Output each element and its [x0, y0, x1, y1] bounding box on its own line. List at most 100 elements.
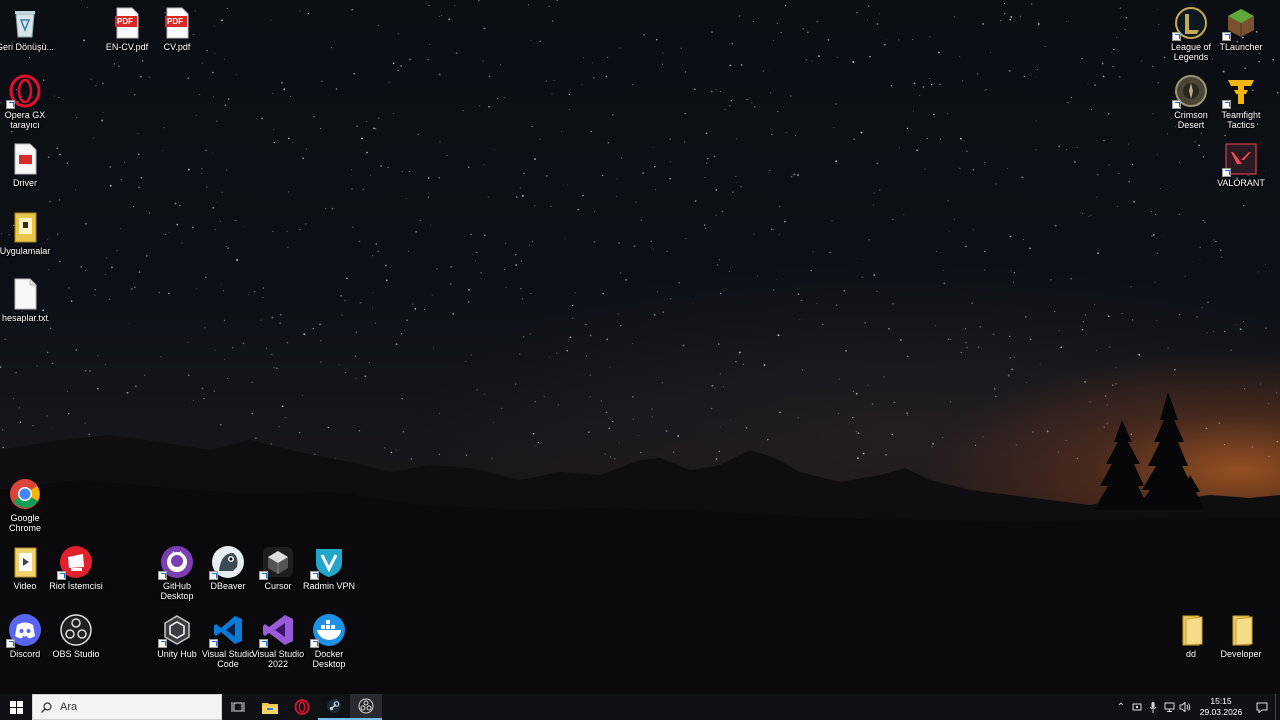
- github-icon: [158, 545, 194, 580]
- meet-now-icon[interactable]: [1129, 694, 1145, 720]
- archive-file-icon: [8, 210, 42, 244]
- shortcut-arrow-icon: [1172, 100, 1181, 109]
- shortcut-arrow-icon: [1172, 32, 1181, 41]
- folder-icon: [1174, 613, 1208, 647]
- radmin-vpn-item[interactable]: Radmin VPN: [299, 543, 359, 615]
- cv-pdf-item[interactable]: PDF CV.pdf: [147, 4, 207, 76]
- cursor-icon: [259, 545, 295, 580]
- discord-icon: [6, 613, 42, 648]
- unity-icon: [158, 613, 194, 648]
- clock-date: 29.03.2026: [1199, 707, 1243, 717]
- pdf-badge: PDF: [167, 17, 183, 26]
- tlauncher-item[interactable]: TLauncher: [1211, 4, 1271, 76]
- opera-gx-item[interactable]: Opera GX tarayıcı: [0, 72, 55, 144]
- shortcut-arrow-icon: [310, 639, 319, 648]
- shortcut-arrow-icon: [259, 571, 268, 580]
- network-icon[interactable]: [1161, 694, 1177, 720]
- developer-label: Developer: [1220, 649, 1262, 659]
- crimson-desert-icon: [1172, 74, 1208, 109]
- pdf-icon: PDF: [110, 6, 144, 40]
- developer-folder-item[interactable]: Developer: [1211, 611, 1271, 683]
- pdf-icon: PDF: [160, 6, 194, 40]
- shortcut-arrow-icon: [1222, 32, 1231, 41]
- riot-client-item[interactable]: Riot İstemcisi: [46, 543, 106, 615]
- riot-label: Riot İstemcisi: [49, 581, 103, 591]
- shortcut-arrow-icon: [259, 639, 268, 648]
- obs-studio-item[interactable]: OBS Studio: [46, 611, 106, 683]
- shortcut-arrow-icon: [209, 639, 218, 648]
- visual-studio-icon: [259, 613, 295, 648]
- system-tray: ⌃ 15:15 29.03.2026: [1113, 694, 1280, 720]
- radmin-label: Radmin VPN: [302, 581, 356, 591]
- driver-label: Driver: [13, 178, 37, 188]
- opera-gx-icon: [294, 699, 310, 715]
- task-view-icon: [231, 702, 245, 712]
- windows-logo-icon: [9, 700, 23, 714]
- recycle-bin-icon-item[interactable]: Geri Dönüşü...: [0, 4, 55, 76]
- taskbar: Ara ⌃ 15:15 29.03.2026: [0, 694, 1280, 720]
- clock-time: 15:15: [1210, 696, 1232, 706]
- valorant-item[interactable]: VALORANT: [1211, 140, 1271, 212]
- obs-icon: [59, 613, 93, 647]
- uygulamalar-label: Uygulamalar: [0, 246, 51, 256]
- steam-icon: [327, 699, 341, 713]
- dbeaver-icon: [209, 545, 245, 580]
- docker-desktop-item[interactable]: Docker Desktop: [299, 611, 359, 683]
- chrome-label: Google Chrome: [8, 513, 41, 533]
- video-file-icon: [8, 545, 42, 579]
- recycle-bin-label: Geri Dönüşü...: [0, 42, 55, 52]
- opera-gx-icon: [6, 74, 42, 109]
- uygulamalar-item[interactable]: Uygulamalar: [0, 208, 55, 280]
- text-file-icon: [8, 277, 42, 311]
- shortcut-arrow-icon: [6, 639, 15, 648]
- tft-label: Teamfight Tactics: [1221, 110, 1261, 130]
- clock[interactable]: 15:15 29.03.2026: [1199, 696, 1243, 718]
- steam-taskbar-button[interactable]: [318, 694, 350, 720]
- teamfight-tactics-icon: [1222, 74, 1258, 109]
- shortcut-arrow-icon: [158, 639, 167, 648]
- hesaplar-label: hesaplar.txt: [1, 313, 49, 323]
- start-button[interactable]: [0, 694, 32, 720]
- tlauncher-label: TLauncher: [1219, 42, 1263, 52]
- shortcut-arrow-icon: [158, 571, 167, 580]
- shortcut-arrow-icon: [209, 571, 218, 580]
- riot-icon: [57, 545, 93, 580]
- docker-icon: [310, 613, 346, 648]
- file-explorer-button[interactable]: [254, 694, 286, 720]
- obs-taskbar-button[interactable]: [350, 694, 382, 720]
- teamfight-tactics-item[interactable]: Teamfight Tactics: [1211, 72, 1271, 144]
- cv-label: CV.pdf: [163, 42, 191, 52]
- search-box[interactable]: Ara: [32, 694, 222, 720]
- league-of-legends-icon: [1172, 6, 1208, 41]
- task-view-button[interactable]: [222, 694, 254, 720]
- microphone-icon[interactable]: [1145, 694, 1161, 720]
- valorant-label: VALORANT: [1217, 178, 1265, 188]
- opera-gx-taskbar-button[interactable]: [286, 694, 318, 720]
- google-chrome-item[interactable]: Google Chrome: [0, 475, 55, 547]
- obs-label: OBS Studio: [52, 649, 100, 659]
- tlauncher-icon: [1222, 6, 1258, 41]
- driver-file-item[interactable]: Driver: [0, 140, 55, 212]
- desktop: Geri Dönüşü... Opera GX tarayıcı Driver …: [0, 0, 1280, 694]
- hesaplar-file-item[interactable]: hesaplar.txt: [0, 275, 55, 347]
- obs-icon: [358, 698, 374, 714]
- valorant-icon: [1222, 142, 1258, 177]
- docker-label: Docker Desktop: [312, 649, 346, 669]
- file-explorer-icon: [262, 702, 278, 714]
- pdf-file-icon: [8, 142, 42, 176]
- search-placeholder: Ara: [60, 701, 78, 713]
- chrome-icon: [8, 477, 42, 511]
- shortcut-arrow-icon: [1222, 100, 1231, 109]
- vscode-icon: [209, 613, 245, 648]
- show-hidden-icons-chevron-icon[interactable]: ⌃: [1113, 694, 1129, 720]
- recycle-bin-icon: [8, 6, 42, 40]
- shortcut-arrow-icon: [310, 571, 319, 580]
- notification-center-icon[interactable]: [1249, 694, 1275, 720]
- shortcut-arrow-icon: [57, 571, 66, 580]
- shortcut-arrow-icon: [1222, 168, 1231, 177]
- folder-icon: [1224, 613, 1258, 647]
- volume-icon[interactable]: [1177, 694, 1193, 720]
- opera-gx-label: Opera GX tarayıcı: [4, 110, 46, 130]
- show-desktop-button[interactable]: [1275, 694, 1280, 720]
- shortcut-arrow-icon: [6, 100, 15, 109]
